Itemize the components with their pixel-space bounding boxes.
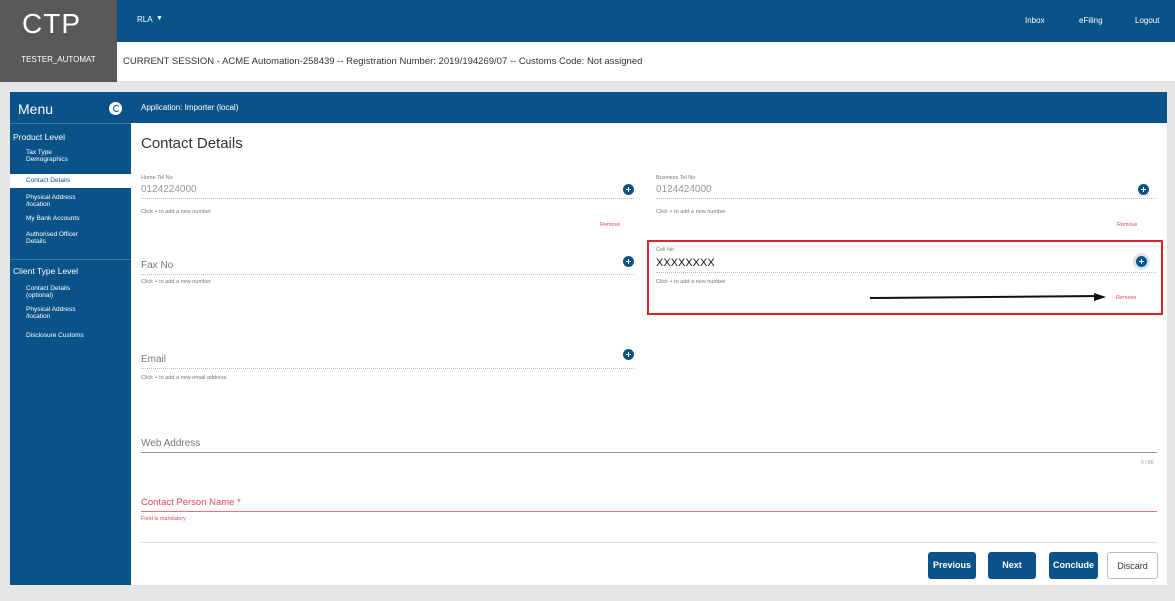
business-tel-hint: Click + to add a new number xyxy=(656,209,726,215)
rla-dropdown[interactable]: RLA xyxy=(137,15,153,24)
application-bar: Application: Importer (local) xyxy=(131,92,1167,123)
home-tel-hint: Click + to add a new number xyxy=(141,209,211,215)
discard-button[interactable]: Discard xyxy=(1107,552,1158,579)
business-tel-label: Business Tel No xyxy=(656,175,696,181)
menu-title: Menu xyxy=(18,101,54,117)
logo-text: CTP xyxy=(22,8,81,39)
caret-down-icon[interactable]: ▼ xyxy=(156,15,163,22)
remove-cell-link[interactable]: Remove xyxy=(1116,295,1136,301)
web-address-underline xyxy=(141,452,1157,453)
previous-button[interactable]: Previous xyxy=(928,552,976,579)
sidebar-item-physical-address[interactable]: Physical Address /location xyxy=(26,194,90,208)
web-address-input[interactable]: Web Address xyxy=(141,438,200,449)
home-tel-label: Home Tel No xyxy=(141,175,173,181)
sidebar-item-my-bank-accounts[interactable]: My Bank Accounts xyxy=(26,215,126,222)
sidebar-item-disclosure-customs[interactable]: Disclosure Customs xyxy=(26,332,126,339)
add-business-tel-icon[interactable] xyxy=(1138,184,1149,195)
footer-divider xyxy=(141,542,1157,543)
remove-home-tel-link[interactable]: Remove xyxy=(600,222,620,228)
arrow-right-icon xyxy=(1094,293,1106,301)
contact-person-error: Field is mandatory xyxy=(141,516,186,522)
web-address-char-counter: 0 / 80 xyxy=(1141,460,1154,466)
application-title: Application: Importer (local) xyxy=(141,103,239,112)
fax-input[interactable]: Fax No xyxy=(141,260,173,271)
top-nav-bar: RLA ▼ Inbox eFiling Logout xyxy=(117,0,1175,42)
home-tel-underline xyxy=(141,198,634,199)
session-bar: CURRENT SESSION - ACME Automation-258439… xyxy=(117,42,1175,82)
cell-underline xyxy=(656,272,1156,273)
business-tel-underline xyxy=(656,198,1156,199)
contact-person-name-input[interactable]: Contact Person Name * xyxy=(141,497,241,508)
next-button[interactable]: Next xyxy=(988,552,1036,579)
menu-divider xyxy=(10,123,131,124)
fax-underline xyxy=(141,274,634,275)
collapse-menu-icon[interactable] xyxy=(109,102,122,115)
main-panel: Application: Importer (local) Contact De… xyxy=(131,92,1167,585)
sidebar-item-label: Contact Details xyxy=(26,177,71,184)
add-email-icon[interactable] xyxy=(623,349,634,360)
contact-person-underline xyxy=(141,511,1157,512)
email-underline xyxy=(141,368,634,369)
menu-divider xyxy=(10,259,131,260)
sidebar: Menu Product Level Tax Type Demographics… xyxy=(10,92,131,585)
logo-block: CTP TESTER_AUTOMAT xyxy=(0,0,117,82)
logout-link[interactable]: Logout xyxy=(1135,16,1159,25)
sidebar-item-contact-details-optional[interactable]: Contact Details (optional) xyxy=(26,285,80,299)
cell-hint: Click + to add a new number xyxy=(656,279,726,285)
inbox-link[interactable]: Inbox xyxy=(1025,16,1045,25)
add-home-tel-icon[interactable] xyxy=(623,184,634,195)
fax-hint: Click + to add a new number xyxy=(141,279,211,285)
business-tel-input[interactable]: 0124424000 xyxy=(656,184,712,195)
cell-input[interactable]: XXXXXXXX xyxy=(656,257,715,269)
efiling-link[interactable]: eFiling xyxy=(1079,16,1103,25)
current-user: TESTER_AUTOMAT xyxy=(21,55,96,64)
remove-business-tel-link[interactable]: Remove xyxy=(1117,222,1137,228)
page-title: Contact Details xyxy=(141,135,243,152)
session-info: CURRENT SESSION - ACME Automation-258439… xyxy=(123,56,643,67)
add-cell-icon[interactable] xyxy=(1136,256,1147,267)
sidebar-item-authorised-officer-details[interactable]: Authorised Officer Details xyxy=(26,231,98,245)
email-hint: Click + to add a new email address xyxy=(141,375,227,381)
home-tel-input[interactable]: 0124224000 xyxy=(141,184,197,195)
sidebar-item-tax-type-demographics[interactable]: Tax Type Demographics xyxy=(26,149,86,163)
cell-label: Cell No xyxy=(656,247,675,253)
email-input[interactable]: Email xyxy=(141,354,166,365)
cell-highlight-box xyxy=(647,240,1163,315)
conclude-button[interactable]: Conclude xyxy=(1049,552,1098,579)
sidebar-item-client-physical-address[interactable]: Physical Address /location xyxy=(26,306,90,320)
section-product-level: Product Level xyxy=(13,132,65,142)
section-client-type-level: Client Type Level xyxy=(13,266,79,276)
sidebar-item-contact-details[interactable]: Contact Details xyxy=(10,174,131,188)
add-fax-icon[interactable] xyxy=(623,256,634,267)
